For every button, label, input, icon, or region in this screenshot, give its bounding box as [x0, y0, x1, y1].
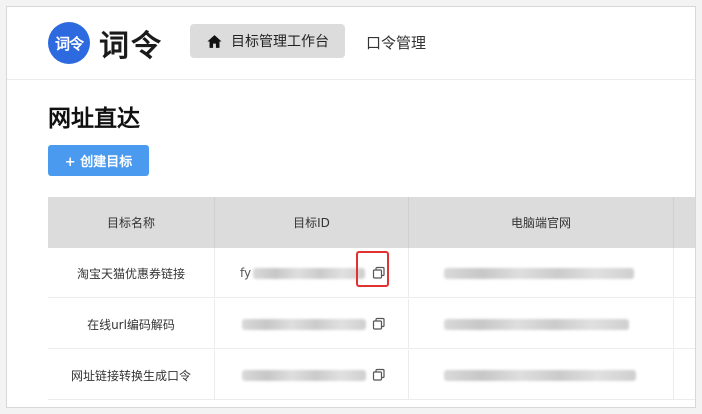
target-name-cell: 在线url编码解码	[48, 299, 215, 349]
redacted-website-url	[444, 318, 629, 330]
target-id-prefix: fy	[240, 266, 252, 280]
home-icon	[207, 34, 222, 48]
redacted-target-id	[242, 369, 366, 381]
table-row: 淘宝天猫优惠券链接 fy	[48, 248, 695, 298]
table-row: 在线url编码解码	[48, 299, 695, 349]
redacted-target-id	[253, 267, 366, 279]
target-id-cell	[215, 299, 409, 349]
copy-icon[interactable]	[372, 317, 386, 331]
table-header: 目标名称 目标ID 电脑端官网	[48, 197, 695, 248]
target-name-cell: 网址链接转换生成口令	[48, 350, 215, 400]
target-name-cell: 淘宝天猫优惠券链接	[48, 248, 215, 298]
redacted-target-id	[242, 318, 366, 330]
create-target-button[interactable]: + 创建目标	[48, 145, 149, 176]
redacted-website-url	[444, 267, 634, 279]
extra-cell	[674, 248, 695, 298]
target-id-cell	[215, 350, 409, 400]
target-id-cell: fy	[215, 248, 409, 298]
extra-cell	[674, 299, 695, 349]
column-header-extra	[674, 197, 695, 248]
column-header-website: 电脑端官网	[409, 197, 674, 248]
page-title: 网址直达	[48, 106, 140, 132]
nav-item-target-workbench[interactable]: 目标管理工作台	[190, 24, 345, 58]
copy-icon[interactable]	[372, 266, 386, 280]
logo-text: 词令	[99, 29, 163, 64]
top-header: 词令 词令 目标管理工作台 口令管理	[7, 7, 695, 80]
website-cell	[409, 248, 674, 298]
redacted-website-url	[444, 369, 636, 381]
extra-cell	[674, 350, 695, 400]
website-cell	[409, 299, 674, 349]
nav-item-command-management[interactable]: 口令管理	[366, 32, 426, 53]
column-header-name: 目标名称	[48, 197, 215, 248]
column-header-id: 目标ID	[215, 197, 409, 248]
website-cell	[409, 350, 674, 400]
logo-badge: 词令	[48, 22, 90, 64]
nav-item-label: 目标管理工作台	[231, 34, 329, 50]
table-row: 网址链接转换生成口令	[48, 350, 695, 400]
app-frame: 词令 词令 目标管理工作台 口令管理 网址直达 + 创建目标 目标名称 目标ID…	[6, 6, 696, 408]
copy-icon[interactable]	[372, 368, 386, 382]
